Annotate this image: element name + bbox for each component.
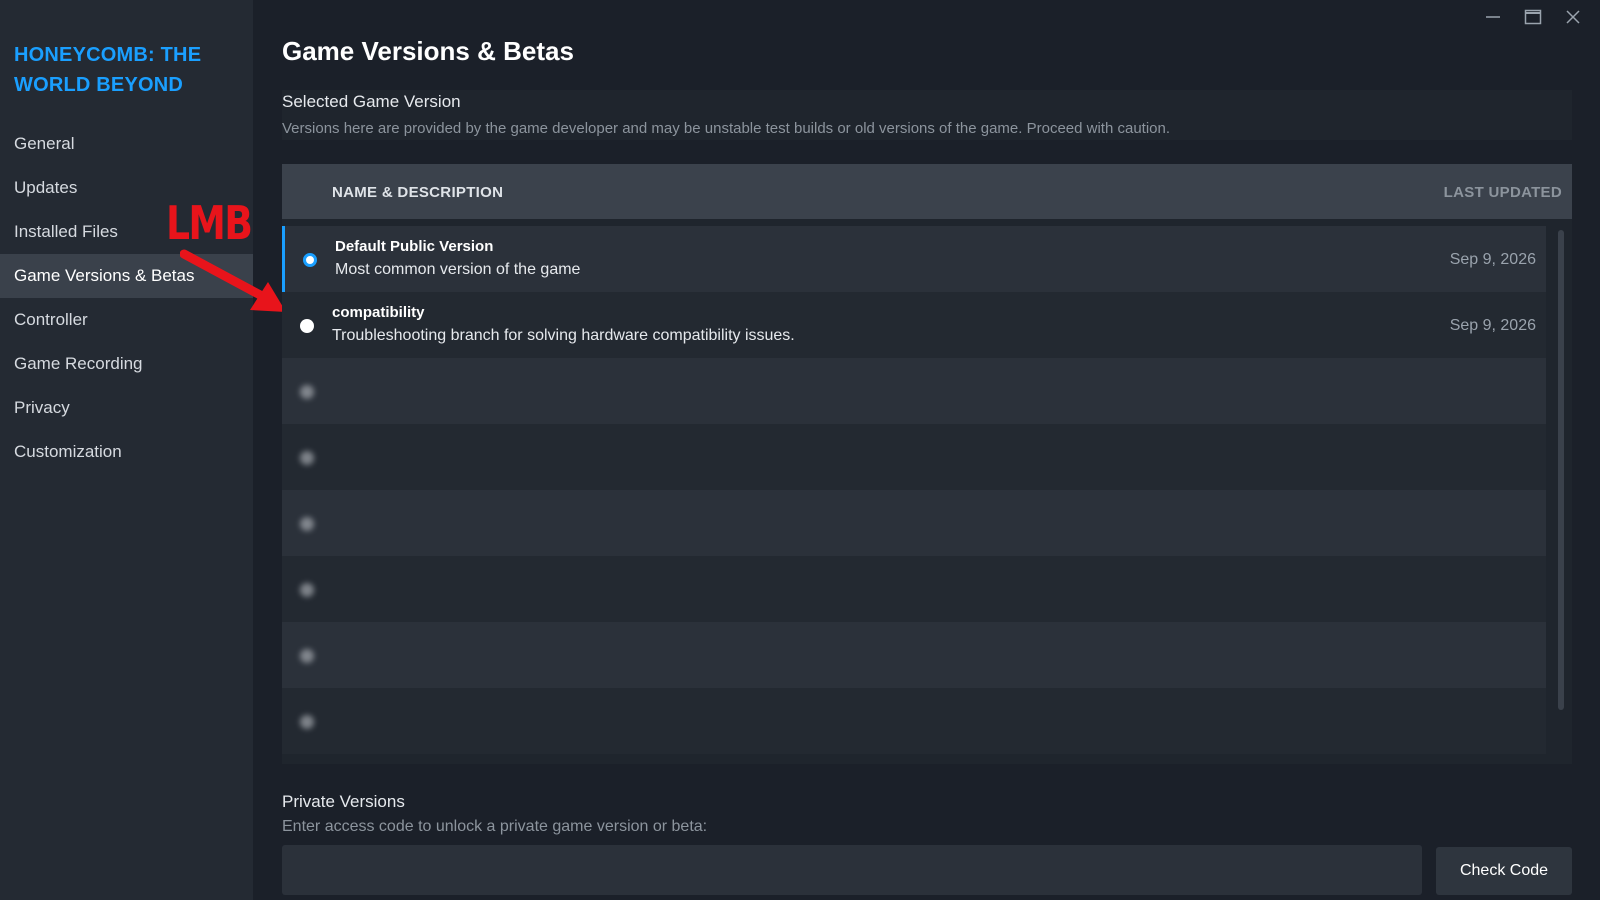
private-versions-title: Private Versions xyxy=(282,792,405,811)
version-date: Sep 9, 2026 xyxy=(1449,251,1536,268)
radio-button[interactable] xyxy=(300,715,314,729)
selected-version-description: Versions here are provided by the game d… xyxy=(282,120,1171,137)
game-title: HONEYCOMB: THE WORLD BEYOND xyxy=(14,44,202,96)
sidebar-item-game-recording[interactable]: Game Recording xyxy=(0,342,253,386)
column-header-last-updated[interactable]: LAST UPDATED xyxy=(1444,184,1562,201)
version-name: Default Public Version xyxy=(335,238,494,255)
version-row-compatibility[interactable]: compatibility Troubleshooting branch for… xyxy=(282,292,1546,358)
version-row-blurred[interactable] xyxy=(282,688,1546,754)
window-controls xyxy=(1476,4,1590,30)
version-row-blurred[interactable] xyxy=(282,556,1546,622)
column-header-name[interactable]: NAME & DESCRIPTION xyxy=(332,184,503,201)
version-date: Sep 9, 2026 xyxy=(1449,317,1536,334)
radio-button[interactable] xyxy=(300,385,314,399)
maximize-icon[interactable] xyxy=(1516,4,1550,30)
radio-button[interactable] xyxy=(300,451,314,465)
table-header: NAME & DESCRIPTION LAST UPDATED xyxy=(282,164,1572,219)
version-row-blurred[interactable] xyxy=(282,358,1546,424)
version-row-blurred[interactable] xyxy=(282,622,1546,688)
access-code-input[interactable] xyxy=(282,845,1422,895)
version-row-default-public[interactable]: Default Public Version Most common versi… xyxy=(282,226,1546,292)
sidebar-item-general[interactable]: General xyxy=(0,122,253,166)
private-versions-description: Enter access code to unlock a private ga… xyxy=(282,818,708,835)
versions-table: NAME & DESCRIPTION LAST UPDATED Default … xyxy=(282,164,1572,764)
versions-list: Default Public Version Most common versi… xyxy=(282,226,1546,761)
selected-version-info: Selected Game Version Versions here are … xyxy=(282,90,1572,140)
radio-button[interactable] xyxy=(300,319,314,333)
version-row-blurred[interactable] xyxy=(282,490,1546,556)
sidebar-item-privacy[interactable]: Privacy xyxy=(0,386,253,430)
version-description: Most common version of the game xyxy=(335,261,581,278)
minimize-icon[interactable] xyxy=(1476,4,1510,30)
table-scrollbar[interactable] xyxy=(1558,230,1564,710)
annotation-arrow-icon xyxy=(180,249,286,312)
radio-button[interactable] xyxy=(300,583,314,597)
version-name: compatibility xyxy=(332,304,425,321)
lmb-annotation-label: LMB xyxy=(166,196,253,250)
version-row-blurred[interactable] xyxy=(282,424,1546,490)
sidebar: HONEYCOMB: THE WORLD BEYOND General Upda… xyxy=(0,0,253,900)
page-title: Game Versions & Betas xyxy=(282,36,574,66)
radio-button[interactable] xyxy=(300,517,314,531)
selected-version-title: Selected Game Version xyxy=(282,92,461,111)
close-icon[interactable] xyxy=(1556,4,1590,30)
radio-button[interactable] xyxy=(300,649,314,663)
radio-button-selected[interactable] xyxy=(303,253,317,267)
version-description: Troubleshooting branch for solving hardw… xyxy=(332,327,795,344)
sidebar-item-customization[interactable]: Customization xyxy=(0,430,253,474)
check-code-button[interactable]: Check Code xyxy=(1436,847,1572,895)
